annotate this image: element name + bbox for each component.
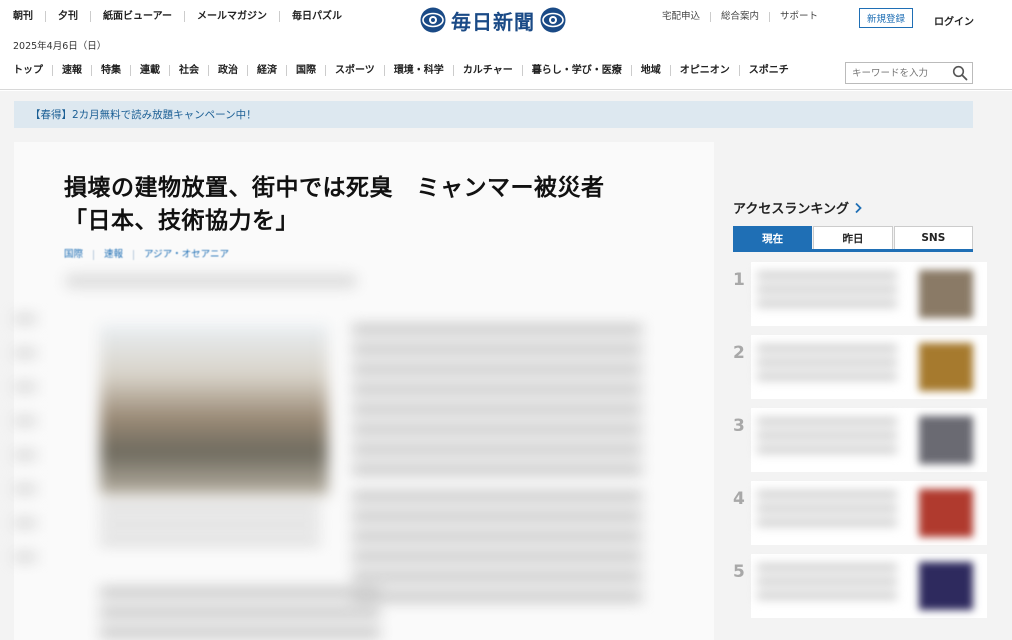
ranking-item[interactable]: 2: [733, 335, 993, 399]
article-photo[interactable]: [100, 325, 328, 495]
nav-item-politics[interactable]: 政治: [208, 65, 247, 76]
util-link-support[interactable]: サポート: [769, 12, 828, 22]
ranking-headline-placeholder: [757, 345, 897, 385]
nav-item-breaking[interactable]: 速報: [52, 65, 91, 76]
ranking-item[interactable]: 3: [733, 408, 993, 472]
ranking-thumbnail: [919, 343, 973, 391]
ranking-title[interactable]: アクセスランキング: [733, 198, 863, 217]
nav-item-culture[interactable]: カルチャー: [452, 65, 522, 76]
body-text-placeholder: [352, 325, 642, 475]
share-bar-placeholder: [14, 315, 36, 575]
util-link-delivery[interactable]: 宅配申込: [662, 12, 710, 22]
ranking-title-text: アクセスランキング: [733, 202, 849, 217]
ranking-headline-placeholder: [757, 272, 897, 312]
rank-number: 3: [733, 416, 745, 436]
main-nav: トップ 速報 特集 連載 社会 政治 経済 国際 スポーツ 環境・科学 カルチャ…: [13, 65, 798, 76]
current-date: 2025年4月6日（日）: [13, 41, 107, 52]
rank-number: 2: [733, 343, 745, 363]
ranking-headline-placeholder: [757, 491, 897, 531]
nav-item-top[interactable]: トップ: [13, 65, 52, 76]
photo-caption-placeholder: [100, 505, 320, 545]
top-link-puzzle[interactable]: 毎日パズル: [279, 11, 354, 22]
util-link-guide[interactable]: 総合案内: [710, 12, 769, 22]
site-logo[interactable]: 毎日新聞: [420, 5, 566, 35]
ranking-headline-placeholder: [757, 418, 897, 458]
nav-item-features[interactable]: 特集: [91, 65, 130, 76]
ranking-thumbnail: [919, 562, 973, 610]
login-button[interactable]: ログイン: [934, 13, 974, 28]
tab-sns[interactable]: SNS: [893, 226, 973, 249]
nav-item-sports[interactable]: スポーツ: [325, 65, 384, 76]
logo-text: 毎日新聞: [451, 9, 535, 34]
ranking-thumbnail: [919, 270, 973, 318]
search-icon[interactable]: [952, 65, 968, 81]
tag-international[interactable]: 国際: [64, 250, 93, 260]
chevron-right-icon: [855, 202, 862, 213]
tab-now[interactable]: 現在: [733, 226, 813, 249]
article-tags: 国際 速報 アジア・オセアニア: [64, 250, 239, 260]
byline-placeholder: [66, 275, 356, 287]
ranking-item[interactable]: 5: [733, 554, 993, 618]
top-links: 朝刊 夕刊 紙面ビューアー メールマガジン 毎日パズル: [13, 11, 354, 22]
ranking-thumbnail: [919, 489, 973, 537]
tab-yesterday[interactable]: 昨日: [813, 226, 893, 249]
search-input[interactable]: [846, 63, 950, 83]
nav-item-series[interactable]: 連載: [130, 65, 169, 76]
nav-item-opinion[interactable]: オピニオン: [669, 65, 739, 76]
nav-item-region[interactable]: 地域: [630, 65, 670, 76]
campaign-banner[interactable]: 【春得】2カ月無料で読み放題キャンペーン中！: [14, 101, 973, 128]
ranking-tabs: 現在 昨日 SNS: [733, 226, 973, 252]
rank-number: 1: [733, 270, 745, 290]
top-link-morning[interactable]: 朝刊: [13, 11, 45, 22]
headline-line-1: 損壊の建物放置、街中では死臭 ミャンマー被災者: [64, 175, 605, 201]
body-text-placeholder: [352, 492, 642, 612]
headline-line-2: 「日本、技術協力を」: [64, 208, 299, 234]
nav-item-economy[interactable]: 経済: [247, 65, 286, 76]
top-link-evening[interactable]: 夕刊: [45, 11, 90, 22]
nav-item-sponichi[interactable]: スポニチ: [738, 65, 798, 76]
ranking-headline-placeholder: [757, 564, 897, 604]
top-link-mailmagazine[interactable]: メールマガジン: [184, 11, 279, 22]
site-header: 朝刊 夕刊 紙面ビューアー メールマガジン 毎日パズル 2025年4月6日（日）…: [0, 0, 1012, 90]
nav-item-international[interactable]: 国際: [286, 65, 325, 76]
utility-links: 宅配申込 総合案内 サポート: [662, 12, 828, 22]
ranking-thumbnail: [919, 416, 973, 464]
search-box: [845, 62, 973, 84]
ranking-item[interactable]: 4: [733, 481, 993, 545]
article-headline: 損壊の建物放置、街中では死臭 ミャンマー被災者 「日本、技術協力を」: [64, 172, 704, 238]
logo-emblem-icon: [420, 7, 446, 33]
tag-breaking[interactable]: 速報: [93, 250, 133, 260]
nav-item-society[interactable]: 社会: [169, 65, 208, 76]
register-button[interactable]: 新規登録: [859, 8, 913, 28]
rank-number: 4: [733, 489, 745, 509]
rank-number: 5: [733, 562, 745, 582]
nav-item-life[interactable]: 暮らし・学び・医療: [521, 65, 631, 76]
logo-emblem-icon: [540, 7, 566, 33]
nav-item-environment-science[interactable]: 環境・科学: [383, 65, 453, 76]
body-text-placeholder: [100, 588, 380, 638]
ranking-item[interactable]: 1: [733, 262, 993, 326]
tag-asia-oceania[interactable]: アジア・オセアニア: [133, 250, 239, 260]
top-link-viewer[interactable]: 紙面ビューアー: [90, 11, 184, 22]
